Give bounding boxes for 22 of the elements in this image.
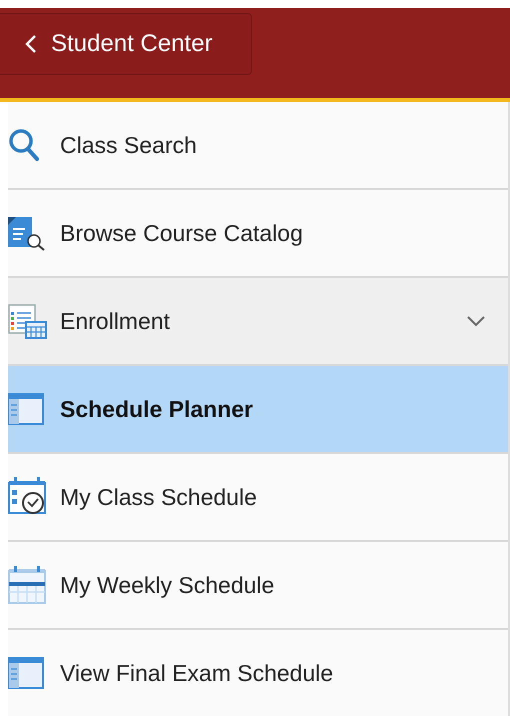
menu-item[interactable]: Class Search xyxy=(8,102,508,190)
menu-item-label: Schedule Planner xyxy=(60,396,254,422)
menu-item[interactable]: Enrollment xyxy=(8,278,508,366)
window-layout-icon xyxy=(8,392,44,426)
back-button[interactable]: Student Center xyxy=(0,13,252,75)
menu-item-label: Browse Course Catalog xyxy=(60,220,304,246)
menu-item-label: My Class Schedule xyxy=(60,484,258,510)
calendar-icon xyxy=(8,566,46,604)
search-icon xyxy=(8,128,40,162)
menu-item-label: My Weekly Schedule xyxy=(60,572,276,598)
menu-item[interactable]: View Final Exam Schedule xyxy=(8,630,508,716)
list-calendar-icon xyxy=(8,302,48,340)
menu-item-label: View Final Exam Schedule xyxy=(60,660,334,686)
chevron-left-icon xyxy=(25,34,37,54)
chevron-down-icon[interactable] xyxy=(466,315,486,327)
menu-item[interactable]: My Class Schedule xyxy=(8,454,508,542)
menu-item[interactable]: My Weekly Schedule xyxy=(8,542,508,630)
window-layout-icon xyxy=(8,656,44,690)
menu-item-label: Enrollment xyxy=(60,308,171,334)
menu-item[interactable]: Browse Course Catalog xyxy=(8,190,508,278)
menu-item-label: Class Search xyxy=(60,132,198,158)
menu-item[interactable]: Schedule Planner xyxy=(8,366,508,454)
